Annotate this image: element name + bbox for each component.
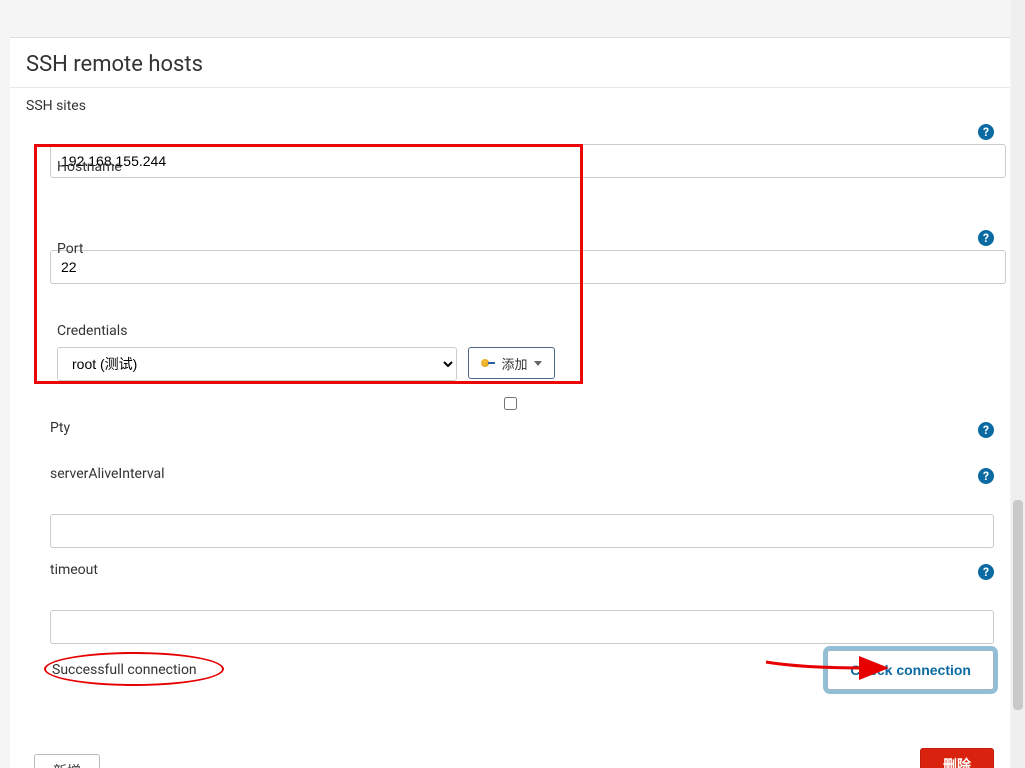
help-icon[interactable]: ? <box>978 422 994 438</box>
ssh-sites-subsection: SSH sites <box>10 88 1010 114</box>
section-title: SSH remote hosts <box>10 38 1010 88</box>
serveraliveinterval-input[interactable] <box>50 514 994 548</box>
scrollbar[interactable] <box>1011 0 1025 768</box>
credentials-select[interactable]: root (测试) <box>57 347 457 381</box>
add-credentials-button[interactable]: 添加 <box>468 347 554 379</box>
ssh-sites-label: SSH sites <box>26 98 994 114</box>
port-label: Port <box>57 241 560 257</box>
connection-status: Successfull connection <box>34 658 215 682</box>
key-icon <box>481 359 495 367</box>
pty-checkbox[interactable] <box>504 397 517 410</box>
credentials-label: Credentials <box>57 323 560 339</box>
help-icon[interactable]: ? <box>978 230 994 246</box>
timeout-label: timeout <box>50 562 98 578</box>
check-connection-button[interactable]: Check connection <box>827 650 994 690</box>
serveraliveinterval-label: serverAliveInterval <box>50 466 165 482</box>
ssh-remote-hosts-panel: SSH remote hosts SSH sites ? ? <box>10 37 1010 768</box>
help-icon[interactable]: ? <box>978 468 994 484</box>
add-credentials-label: 添加 <box>501 354 527 373</box>
help-icon[interactable]: ? <box>978 564 994 580</box>
delete-button[interactable]: 删除 <box>920 748 994 768</box>
timeout-input[interactable] <box>50 610 994 644</box>
hostname-label: Hostname <box>57 159 560 175</box>
chevron-down-icon <box>534 361 542 366</box>
scrollbar-thumb[interactable] <box>1013 500 1023 710</box>
highlight-box: Hostname Port Credentials root (测试) 添加 <box>34 144 583 384</box>
pty-label: Pty <box>50 420 70 436</box>
add-new-button[interactable]: 新增 <box>34 754 100 768</box>
help-icon[interactable]: ? <box>978 124 994 140</box>
